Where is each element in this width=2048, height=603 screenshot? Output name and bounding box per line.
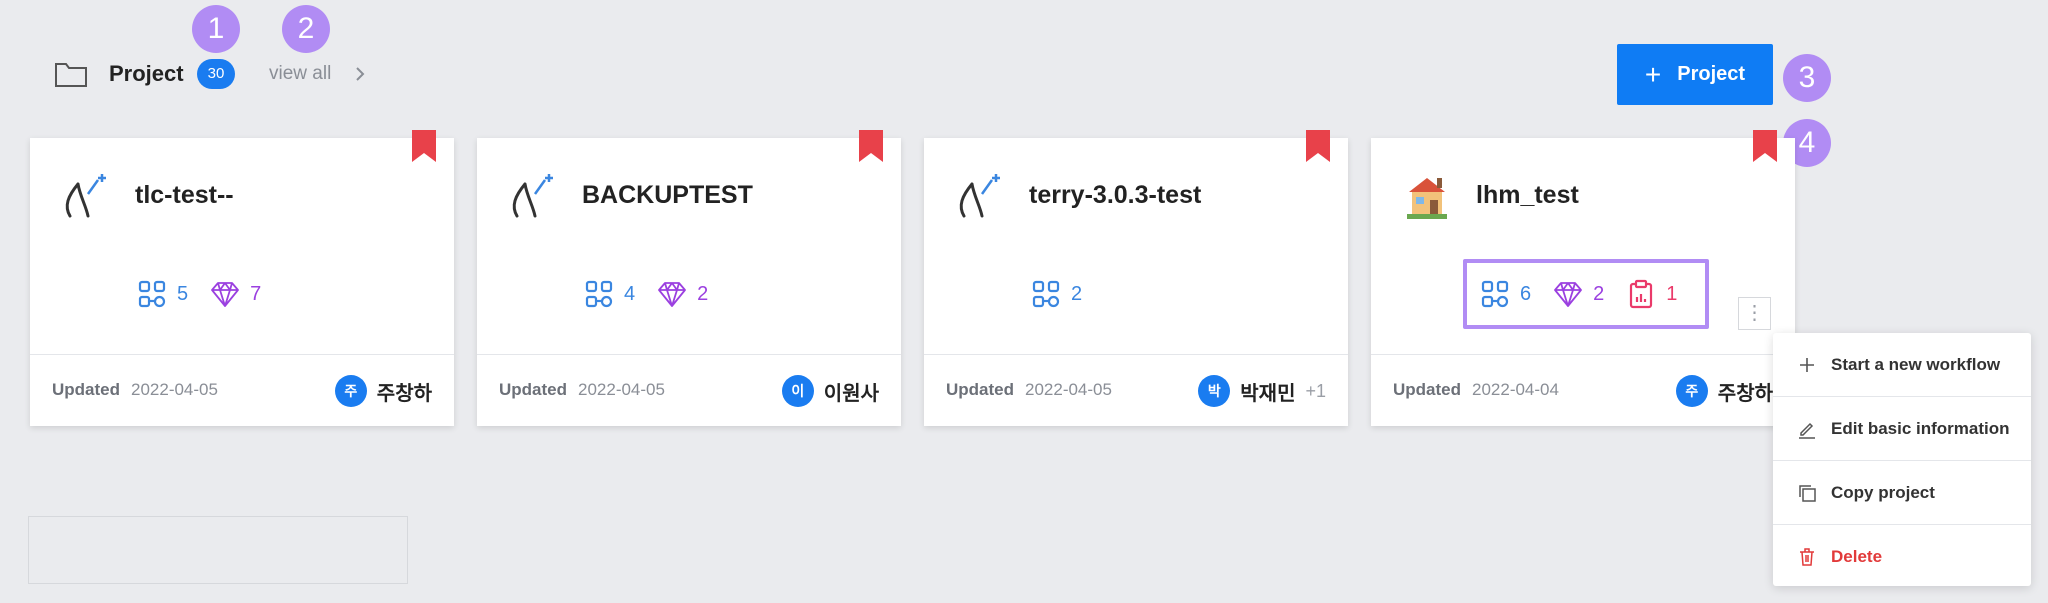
project-title[interactable]: terry-3.0.3-test: [1029, 178, 1201, 212]
diamond-icon: [211, 282, 240, 307]
copy-icon: [1799, 484, 1816, 502]
workflow-count: 5: [137, 279, 188, 309]
project-title[interactable]: BACKUPTEST: [582, 178, 753, 212]
diamond-icon: [658, 282, 687, 307]
model-count: 2: [657, 279, 708, 309]
owner-name: 박재민: [1240, 382, 1296, 405]
extra-members-count: +1: [1305, 380, 1326, 401]
workflow-count: 2: [1031, 279, 1082, 309]
project-title[interactable]: lhm_test: [1476, 178, 1579, 212]
pencil-icon: [1799, 422, 1815, 439]
workflow-count: 4: [584, 279, 635, 309]
annotation-bubble-1: 1: [192, 5, 240, 53]
plus-icon: +: [1644, 58, 1662, 90]
trash-icon: [1800, 547, 1814, 566]
annotation-bubble-3: 3: [1783, 54, 1831, 102]
project-title[interactable]: tlc-test--: [135, 178, 234, 212]
avatar: 이: [781, 375, 814, 407]
chevron-right-icon[interactable]: [354, 65, 366, 83]
menu-item-delete[interactable]: Delete: [1773, 525, 2031, 588]
house-icon: [1407, 178, 1447, 219]
updated-date: 2022-04-05: [578, 380, 665, 399]
menu-item-start-workflow[interactable]: Start a new workflow: [1773, 333, 2031, 396]
card-divider: [924, 354, 1348, 355]
menu-item-copy-project[interactable]: Copy project: [1773, 461, 2031, 524]
updated-label: Updated: [946, 380, 1014, 399]
project-count-badge: 30: [197, 59, 235, 89]
owner: 주 주창하: [1675, 375, 1773, 407]
card-divider: [1371, 354, 1795, 355]
more-options-button[interactable]: ⋮: [1738, 297, 1771, 330]
annotation-bubble-2: 2: [282, 5, 330, 53]
bookmark-icon[interactable]: [859, 130, 883, 162]
view-all-link[interactable]: view all: [269, 60, 331, 88]
avatar: 주: [1675, 375, 1708, 407]
owner-name: 이원사: [823, 382, 879, 405]
menu-item-edit-info[interactable]: Edit basic information: [1773, 397, 2031, 460]
owner: 주 주창하: [334, 375, 432, 407]
airflow-logo-icon: [512, 174, 553, 218]
project-card[interactable]: tlc-test-- 5 7 Updated 2022-04-05 주 주창하: [30, 130, 454, 426]
avatar: 박: [1198, 375, 1231, 407]
add-project-button[interactable]: + Project: [1617, 44, 1773, 105]
updated-label: Updated: [1393, 380, 1461, 399]
model-count: 7: [210, 279, 261, 309]
bookmark-icon[interactable]: [1306, 130, 1330, 162]
updated-label: Updated: [499, 380, 567, 399]
workflow-icon: [1032, 280, 1060, 308]
page-title: Project: [109, 61, 184, 86]
project-card[interactable]: terry-3.0.3-test 2 Updated 2022-04-05 박 …: [924, 130, 1348, 426]
stats-highlight-box: [1463, 259, 1709, 329]
updated-label: Updated: [52, 380, 120, 399]
updated-date: 2022-04-05: [1025, 380, 1112, 399]
updated-date: 2022-04-05: [131, 380, 218, 399]
project-card[interactable]: BACKUPTEST 4 2 Updated 2022-04-05 이 이원사: [477, 130, 901, 426]
bookmark-icon[interactable]: [1753, 130, 1777, 162]
plus-icon: [1800, 357, 1814, 372]
project-context-menu: Start a new workflow Edit basic informat…: [1773, 333, 2031, 586]
owner-name: 주창하: [1717, 382, 1773, 405]
placeholder-card-outline: [28, 516, 408, 584]
add-project-label: Project: [1677, 63, 1746, 85]
owner: 이 이원사: [781, 375, 879, 407]
bookmark-icon[interactable]: [412, 130, 436, 162]
card-divider: [477, 354, 901, 355]
workflow-icon: [585, 280, 613, 308]
airflow-logo-icon: [65, 174, 106, 218]
avatar: 주: [334, 375, 367, 407]
airflow-logo-icon: [959, 174, 1000, 218]
workflow-icon: [138, 280, 166, 308]
updated-date: 2022-04-04: [1472, 380, 1559, 399]
folder-icon: [55, 63, 87, 87]
owner: 박 박재민 +1: [1198, 375, 1326, 407]
owner-name: 주창하: [376, 382, 432, 405]
card-divider: [30, 354, 454, 355]
